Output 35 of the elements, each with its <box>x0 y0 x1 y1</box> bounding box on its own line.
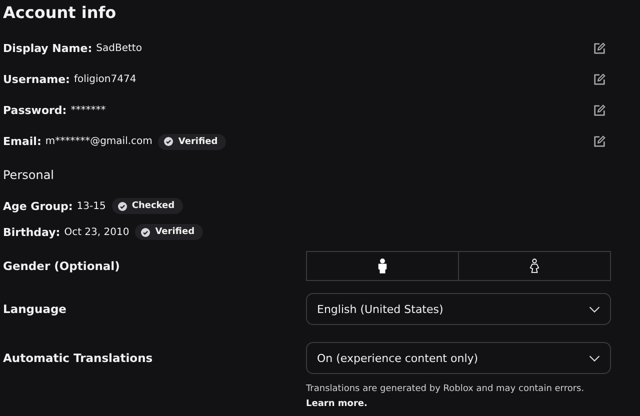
learn-more-link[interactable]: Learn more. <box>306 399 368 409</box>
edit-icon[interactable] <box>593 42 606 55</box>
field-label: Password: <box>3 104 67 117</box>
check-icon <box>118 202 127 210</box>
translations-dropdown[interactable]: On (experience content only) <box>306 342 611 374</box>
edit-icon[interactable] <box>593 104 606 117</box>
field-label: Language <box>3 301 68 318</box>
status-badge: Verified <box>135 224 203 240</box>
field-label: Display Name: <box>3 42 92 55</box>
field-value: 13-15 <box>76 200 106 212</box>
field-label: Age Group: <box>3 200 73 212</box>
person-icon <box>377 258 388 274</box>
status-badge: Checked <box>112 198 183 214</box>
field-label: Gender (Optional) <box>3 258 121 275</box>
field-label: Email: <box>3 135 42 148</box>
check-icon <box>141 228 150 236</box>
field-label: Username: <box>3 73 70 86</box>
field-label: Automatic Translations <box>3 350 154 367</box>
check-icon <box>164 137 174 146</box>
field-label: Birthday: <box>3 226 60 238</box>
status-badge: Verified <box>158 134 226 150</box>
field-value: m*******@gmail.com <box>45 136 152 147</box>
person-icon <box>529 258 540 274</box>
field-value: SadBetto <box>96 43 142 54</box>
edit-icon[interactable] <box>593 135 606 148</box>
section-title: Account info <box>3 2 118 24</box>
edit-icon[interactable] <box>593 73 606 86</box>
field-value: foligion7474 <box>74 74 136 85</box>
chevron-icon <box>589 354 600 362</box>
language-dropdown[interactable]: English (United States) <box>306 293 611 325</box>
field-value: Oct 23, 2010 <box>64 226 130 238</box>
chevron-icon <box>589 306 600 312</box>
field-value: ******* <box>70 105 106 116</box>
section-heading: Personal <box>3 167 56 184</box>
translation-note: Translations are generated by Roblox and may contain errors. Learn more. <box>306 383 586 411</box>
